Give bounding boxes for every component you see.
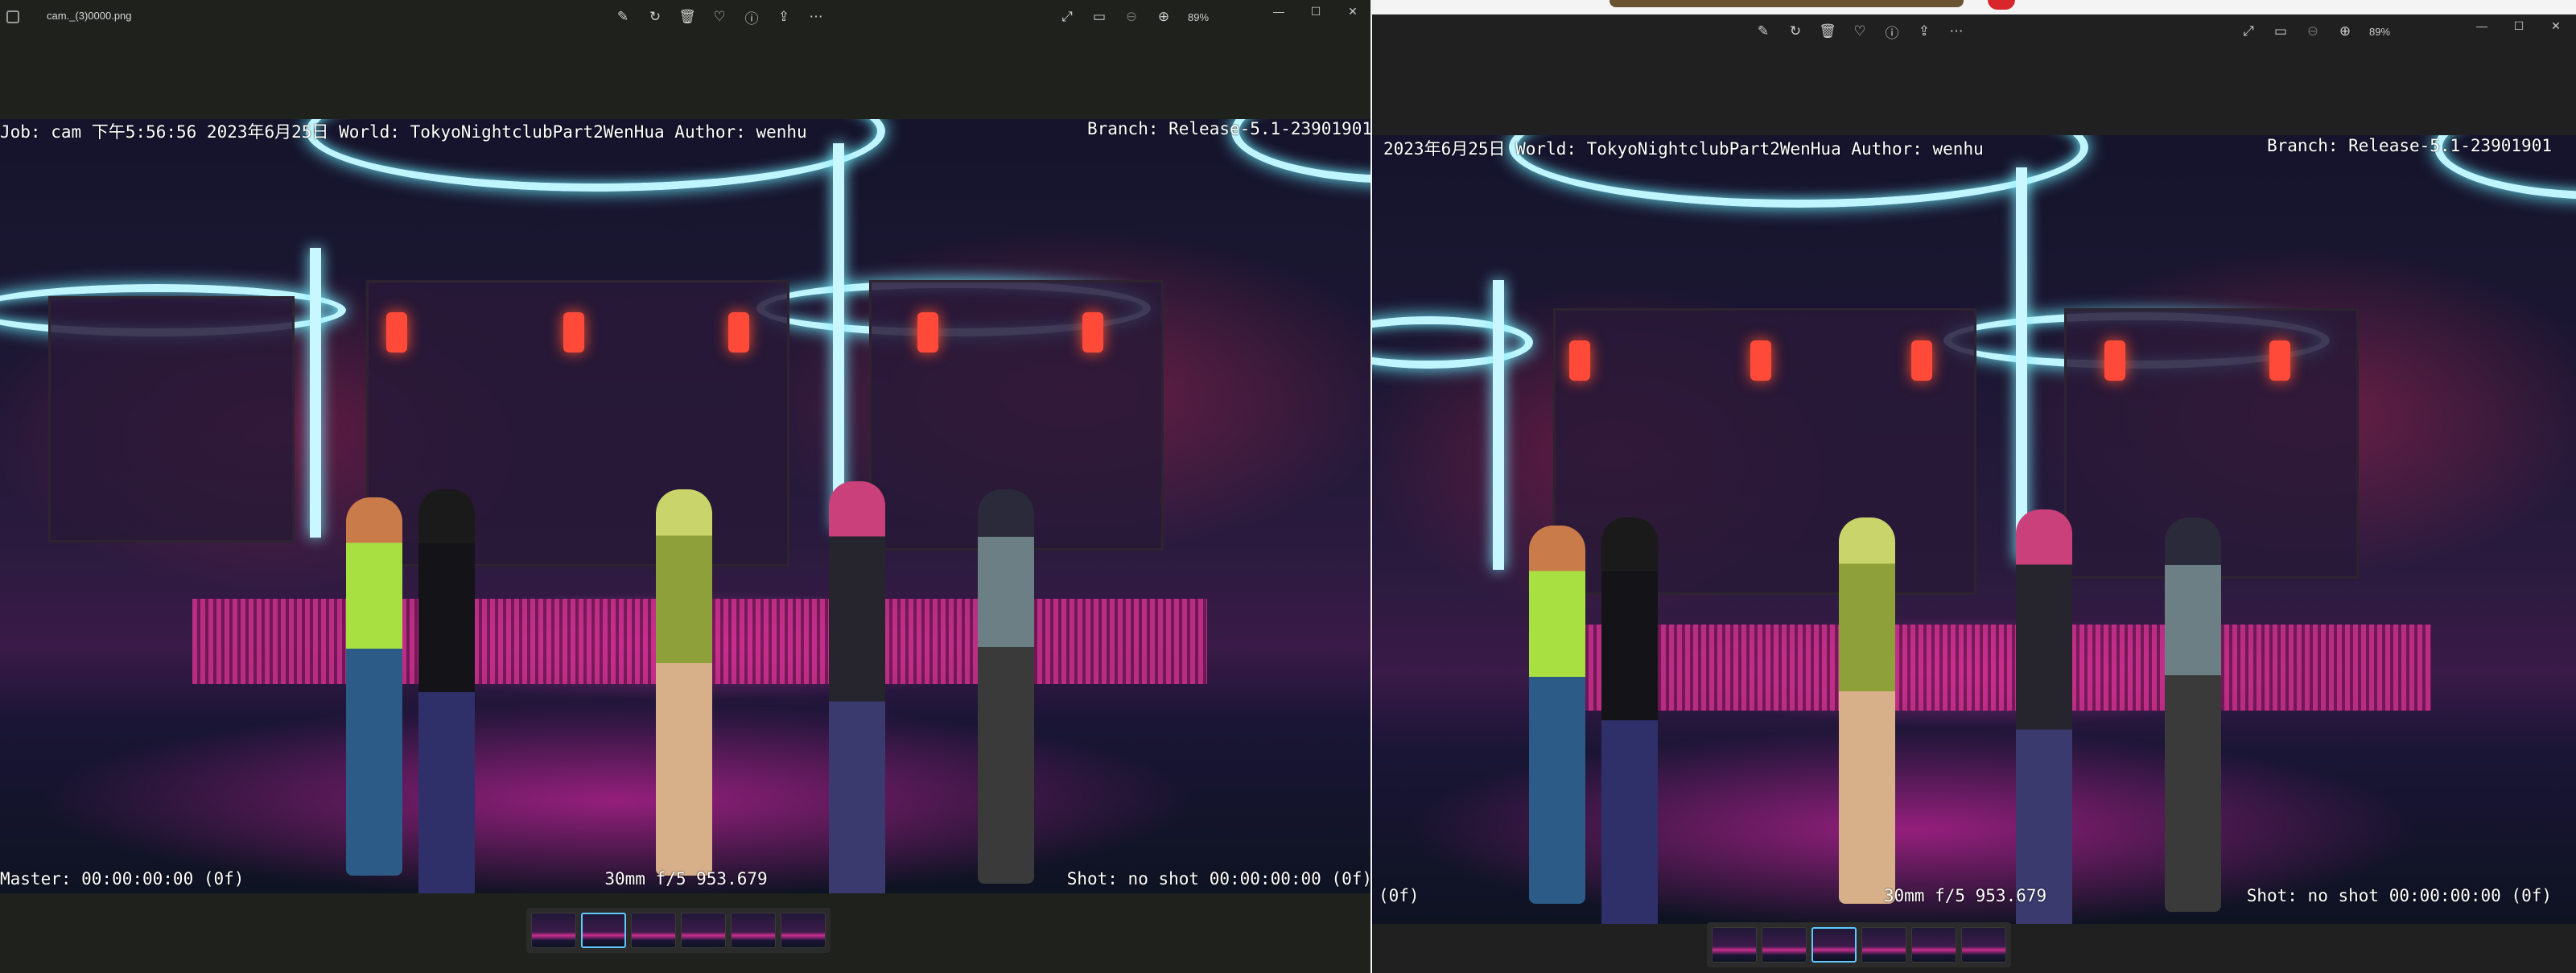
zoom-out-icon[interactable]: ⊖ bbox=[1119, 5, 1144, 29]
lens-info: 30mm f/5 953.679 bbox=[1883, 886, 2047, 905]
shot-timecode: Shot: no shot 00:00:00:00 (0f) bbox=[2246, 886, 2552, 905]
window-controls: — ☐ ✕ bbox=[2463, 14, 2574, 37]
branch-info: Branch: Release-5.1-23901901 bbox=[2266, 136, 2552, 155]
zoom-in-icon[interactable]: ⊕ bbox=[2332, 19, 2358, 43]
filmstrip bbox=[526, 908, 831, 953]
minimize-button[interactable]: — bbox=[1260, 0, 1297, 23]
thumbnail[interactable] bbox=[1712, 927, 1757, 963]
neon-pillar bbox=[2016, 167, 2027, 562]
rotate-icon[interactable]: ↻ bbox=[642, 5, 668, 29]
dancer bbox=[1839, 517, 1895, 904]
branch-info: Branch: Release-5.1-23901901 bbox=[1086, 119, 1372, 138]
view-toolbar: ⤢ ▭ ⊖ ⊕ 89% bbox=[1054, 5, 1214, 29]
thumbnail[interactable] bbox=[631, 913, 676, 948]
share-icon[interactable]: ⇪ bbox=[771, 5, 797, 29]
app-icon bbox=[6, 10, 19, 23]
title-bar: ✎ ↻ 🗑 ♡ ⓘ ⇪ ⋯ ⤢ ▭ ⊖ ⊕ 89% — ☐ ✕ bbox=[1372, 14, 2576, 52]
lantern bbox=[1569, 340, 1590, 381]
dancer bbox=[346, 497, 402, 876]
thumbnail[interactable] bbox=[531, 913, 576, 948]
wall-poster bbox=[48, 296, 295, 542]
toolbar: ✎ ↻ 🗑 ♡ ⓘ ⇪ ⋯ bbox=[1750, 19, 1969, 43]
photos-window-right: ✎ ↻ 🗑 ♡ ⓘ ⇪ ⋯ ⤢ ▭ ⊖ ⊕ 89% — ☐ ✕ 2023年6月2… bbox=[1372, 14, 2576, 973]
lantern bbox=[563, 312, 584, 353]
thumbnail[interactable] bbox=[731, 913, 776, 948]
dancer bbox=[829, 481, 885, 893]
lens-info: 30mm f/5 953.679 bbox=[604, 869, 768, 888]
minimize-button[interactable]: — bbox=[2463, 14, 2500, 37]
photos-window-left: cam._(3)0000.png ✎ ↻ 🗑 ♡ ⓘ ⇪ ⋯ ⤢ ▭ ⊖ ⊕ 8… bbox=[0, 0, 1372, 973]
render-image bbox=[1372, 135, 2576, 924]
lantern bbox=[728, 312, 749, 353]
share-icon[interactable]: ⇪ bbox=[1911, 19, 1937, 43]
close-button[interactable]: ✕ bbox=[2537, 14, 2574, 37]
desktop-strip bbox=[1374, 0, 2576, 14]
fullscreen-icon[interactable]: ⤢ bbox=[2236, 19, 2261, 43]
fullscreen-icon[interactable]: ⤢ bbox=[1054, 5, 1080, 29]
lantern bbox=[917, 312, 938, 353]
thumbnail[interactable] bbox=[1762, 927, 1807, 963]
toolbar: ✎ ↻ 🗑 ♡ ⓘ ⇪ ⋯ bbox=[610, 5, 829, 29]
master-timecode: (0f) bbox=[1379, 886, 1420, 905]
lantern bbox=[1911, 340, 1932, 381]
edit-icon[interactable]: ✎ bbox=[610, 5, 636, 29]
job-info: 2023年6月25日 World: TokyoNightclubPart2Wen… bbox=[1383, 139, 1984, 159]
thumbnail-selected[interactable] bbox=[1811, 927, 1857, 963]
title-bar: cam._(3)0000.png ✎ ↻ 🗑 ♡ ⓘ ⇪ ⋯ ⤢ ▭ ⊖ ⊕ 8… bbox=[0, 0, 1372, 35]
heart-icon[interactable]: ♡ bbox=[1847, 19, 1873, 43]
dancer bbox=[418, 489, 475, 893]
dancer bbox=[978, 489, 1034, 884]
dancer bbox=[656, 489, 712, 876]
view-toolbar: ⤢ ▭ ⊖ ⊕ 89% bbox=[2236, 19, 2395, 43]
file-name: cam._(3)0000.png bbox=[47, 10, 132, 22]
shot-timecode: Shot: no shot 00:00:00:00 (0f) bbox=[1066, 869, 1372, 888]
maximize-button[interactable]: ☐ bbox=[2500, 14, 2537, 37]
filmstrip-icon[interactable]: ▭ bbox=[1086, 5, 1112, 29]
lantern bbox=[386, 312, 407, 353]
dancer bbox=[2165, 517, 2221, 912]
dancer bbox=[1529, 526, 1585, 904]
rotate-icon[interactable]: ↻ bbox=[1783, 19, 1808, 43]
lantern bbox=[2269, 340, 2290, 381]
maximize-button[interactable]: ☐ bbox=[1297, 0, 1334, 23]
lantern bbox=[1750, 340, 1771, 381]
filmstrip-icon[interactable]: ▭ bbox=[2268, 19, 2294, 43]
lantern bbox=[2104, 340, 2125, 381]
master-timecode: Master: 00:00:00:00 (0f) bbox=[0, 869, 245, 888]
neon-pillar bbox=[833, 143, 844, 530]
more-icon[interactable]: ⋯ bbox=[1943, 19, 1969, 43]
thumbnail[interactable] bbox=[1861, 927, 1906, 963]
zoom-in-icon[interactable]: ⊕ bbox=[1151, 5, 1177, 29]
info-icon[interactable]: ⓘ bbox=[739, 5, 765, 29]
thumbnail[interactable] bbox=[781, 913, 826, 948]
dancer bbox=[2016, 509, 2072, 924]
neon-pillar bbox=[310, 248, 321, 538]
bar-counter bbox=[1540, 624, 2432, 711]
filmstrip bbox=[1707, 922, 2011, 967]
zoom-level: 89% bbox=[2369, 25, 2391, 38]
heart-icon[interactable]: ♡ bbox=[707, 5, 732, 29]
background-window-edge bbox=[1609, 0, 1964, 7]
close-button[interactable]: ✕ bbox=[1334, 0, 1371, 23]
thumbnail[interactable] bbox=[1911, 927, 1956, 963]
info-icon[interactable]: ⓘ bbox=[1879, 19, 1905, 43]
window-controls: — ☐ ✕ bbox=[1260, 0, 1371, 23]
thumbnail-selected[interactable] bbox=[581, 913, 626, 948]
zoom-level: 89% bbox=[1188, 10, 1210, 23]
neon-pillar bbox=[1493, 280, 1504, 570]
thumbnail[interactable] bbox=[1961, 927, 2006, 963]
delete-icon[interactable]: 🗑 bbox=[674, 5, 700, 29]
render-image bbox=[0, 119, 1372, 893]
dancer bbox=[1601, 517, 1658, 924]
zoom-out-icon[interactable]: ⊖ bbox=[2300, 19, 2326, 43]
thumbnail[interactable] bbox=[681, 913, 726, 948]
edit-icon[interactable]: ✎ bbox=[1750, 19, 1776, 43]
lantern bbox=[1082, 312, 1103, 353]
job-info: Job: cam 下午5:56:56 2023年6月25日 World: Tok… bbox=[0, 122, 807, 142]
more-icon[interactable]: ⋯ bbox=[803, 5, 829, 29]
delete-icon[interactable]: 🗑 bbox=[1815, 19, 1840, 43]
